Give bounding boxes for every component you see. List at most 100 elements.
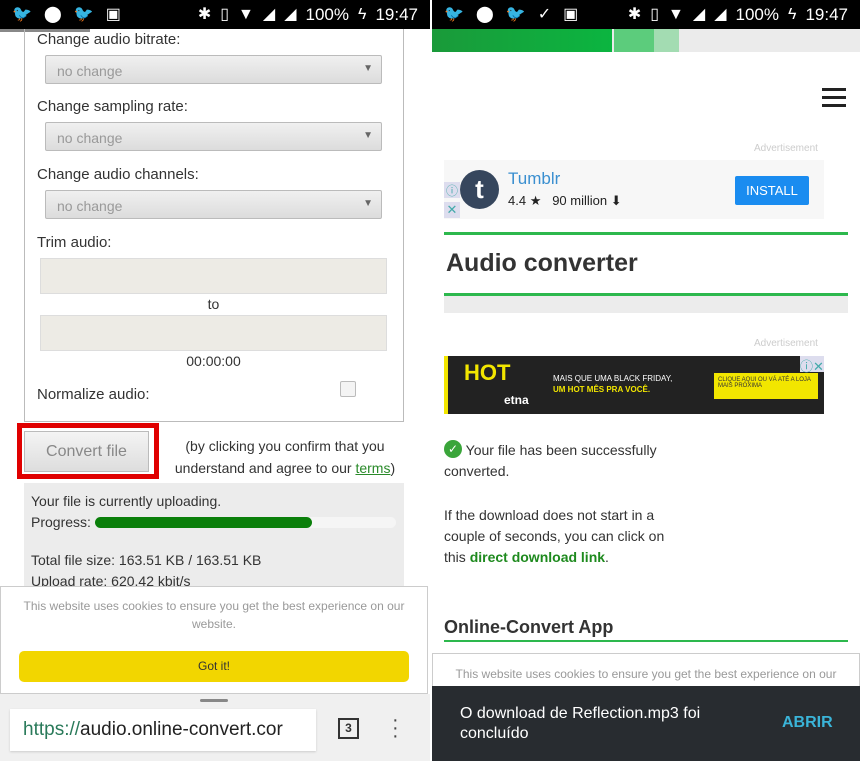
clock: 19:47 [375, 4, 418, 24]
ad-app-name: Tumblr [508, 169, 561, 188]
select-value: no change [57, 198, 123, 214]
channels-select[interactable]: no change ▼ [45, 190, 382, 219]
ad-brand-logo: HOT [464, 360, 511, 385]
ad-text: UM HOT MÊS PRA VOCÊ. [553, 385, 651, 394]
ad-info-icon[interactable]: ⓘ [444, 182, 460, 198]
trim-to-label: to [207, 296, 220, 312]
left-screen: 🐦 ⬤ 🐦 ▣ ✱ ▯ ▼ ◢ ◢ 100% ϟ 19:47 Change au… [0, 0, 430, 761]
select-value: no change [57, 63, 123, 79]
url-bar[interactable]: https://audio.online-convert.cor [10, 709, 316, 751]
bitrate-select[interactable]: no change ▼ [45, 55, 382, 84]
snackbar-message: O download de Reflection.mp3 foi concluí… [460, 705, 701, 742]
bluetooth-icon: ✱ [197, 5, 212, 23]
periscope-icon: ⬤ [43, 5, 62, 23]
ad-close-icon[interactable]: ⓘ✕ [800, 356, 824, 374]
vibrate-icon: ▯ [220, 5, 230, 23]
cookie-text: This website uses cookies to ensure you … [455, 667, 837, 681]
direct-download-link[interactable]: direct download link [470, 549, 605, 565]
terms-text: ) [390, 460, 396, 476]
normalize-label: Normalize audio: [37, 386, 150, 403]
image-icon: ▣ [563, 5, 579, 23]
terms-text: understand and agree to our [174, 460, 356, 476]
download-instructions: If the download does not start in a coup… [444, 505, 674, 568]
terms-text: (by clicking you confirm that you [185, 438, 385, 454]
page-load-buffer [614, 29, 654, 52]
page-title: Audio converter [446, 249, 638, 277]
right-screen: 🐦 ⬤ 🐦 ✓ ▣ ✱ ▯ ▼ ◢ ◢ 100% ϟ 19:47 Adverti… [432, 0, 860, 761]
ad-cta: CLIQUE AQUI OU VÁ ATÉ A LOJA MAIS PRÓXIM… [714, 373, 818, 399]
cookie-text: This website uses cookies to ensure you … [23, 599, 405, 631]
ad-sub-brand: etna [504, 393, 529, 407]
ad-close-icon[interactable]: ✕ [444, 202, 460, 218]
signal-icon: ◢ [284, 5, 297, 23]
progress-label: Progress: [31, 514, 91, 530]
charging-icon: ϟ [357, 5, 367, 23]
tumblr-ad[interactable]: ⓘ ✕ t Tumblr 4.4 ★ 90 million ⬇ INSTALL [444, 160, 824, 219]
twitter-icon: 🐦 [505, 5, 526, 23]
convert-file-button[interactable]: Convert file [24, 431, 149, 472]
vibrate-icon: ▯ [650, 5, 660, 23]
download-icon: ⬇ [610, 193, 622, 208]
download-done-icon: ✓ [537, 5, 552, 23]
clock: 19:47 [805, 4, 848, 24]
url-scheme: https:// [23, 719, 81, 740]
terms-notice: (by clicking you confirm that you unders… [165, 435, 405, 479]
trim-time: 00:00:00 [186, 353, 241, 369]
hot-etna-ad[interactable]: HOT etna MAIS QUE UMA BLACK FRIDAY, UM H… [444, 356, 824, 414]
app-heading: Online-Convert App [444, 617, 614, 637]
title-rule [444, 232, 848, 235]
channels-label: Change audio channels: [37, 166, 199, 183]
drag-handle[interactable] [200, 699, 228, 702]
tumblr-logo-icon: t [460, 170, 499, 209]
battery-level: 100% [305, 4, 349, 24]
sampling-select[interactable]: no change ▼ [45, 122, 382, 151]
got-it-button[interactable]: Got it! [19, 651, 409, 682]
signal-icon: ◢ [714, 5, 727, 23]
bluetooth-icon: ✱ [627, 5, 642, 23]
dropdown-arrow-icon: ▼ [363, 130, 373, 141]
twitter-icon: 🐦 [12, 5, 32, 23]
normalize-checkbox[interactable] [340, 381, 356, 397]
total-file-size: Total file size: 163.51 KB / 163.51 KB [31, 552, 262, 568]
download-text: . [605, 549, 609, 565]
progress-track [95, 517, 396, 528]
image-icon: ▣ [105, 5, 121, 23]
app-rating: 4.4 [508, 193, 527, 208]
status-bar: 🐦 ⬤ 🐦 ▣ ✱ ▯ ▼ ◢ ◢ 100% ϟ 19:47 [0, 0, 430, 29]
success-message: ✓ Your file has been successfully conver… [444, 440, 674, 482]
cookie-banner: This website uses cookies to ensure you … [0, 586, 428, 694]
trim-label: Trim audio: [37, 234, 112, 251]
dropdown-arrow-icon: ▼ [363, 198, 373, 209]
ad-text: MAIS QUE UMA BLACK FRIDAY, [553, 374, 673, 383]
wifi-icon: ▼ [238, 5, 254, 23]
download-snackbar: O download de Reflection.mp3 foi concluí… [432, 686, 860, 761]
charging-icon: ϟ [787, 5, 797, 23]
ad-label: Advertisement [754, 143, 818, 154]
periscope-icon: ⬤ [475, 5, 494, 23]
browser-toolbar: https://audio.online-convert.cor 3 · · · [0, 694, 430, 761]
battery-level: 100% [735, 4, 779, 24]
install-button[interactable]: INSTALL [735, 176, 809, 205]
hamburger-menu-icon[interactable] [822, 88, 846, 107]
twitter-icon: 🐦 [73, 5, 94, 23]
tab-switcher-button[interactable]: 3 [338, 718, 359, 739]
upload-status-text: Your file is currently uploading. [31, 493, 222, 509]
page-load-buffer [654, 29, 679, 52]
open-download-button[interactable]: ABRIR [782, 714, 833, 732]
menu-kebab-icon[interactable]: · · · [392, 710, 399, 746]
bitrate-label: Change audio bitrate: [37, 31, 181, 48]
upload-status-box: Your file is currently uploading. Progre… [24, 483, 404, 593]
sampling-label: Change sampling rate: [37, 98, 188, 115]
ad-app-stats: 4.4 ★ 90 million ⬇ [508, 193, 622, 209]
heading-rule [444, 640, 848, 642]
dropdown-arrow-icon: ▼ [363, 63, 373, 74]
page-load-fill [432, 29, 612, 52]
page-load-bar [432, 29, 860, 52]
trim-start-input[interactable] [40, 258, 387, 294]
check-icon: ✓ [444, 440, 462, 458]
signal-icon: ◢ [262, 5, 276, 23]
wifi-icon: ▼ [668, 5, 684, 23]
subheader-bar [444, 296, 848, 313]
trim-end-input[interactable] [40, 315, 387, 351]
terms-link[interactable]: terms [355, 460, 390, 476]
